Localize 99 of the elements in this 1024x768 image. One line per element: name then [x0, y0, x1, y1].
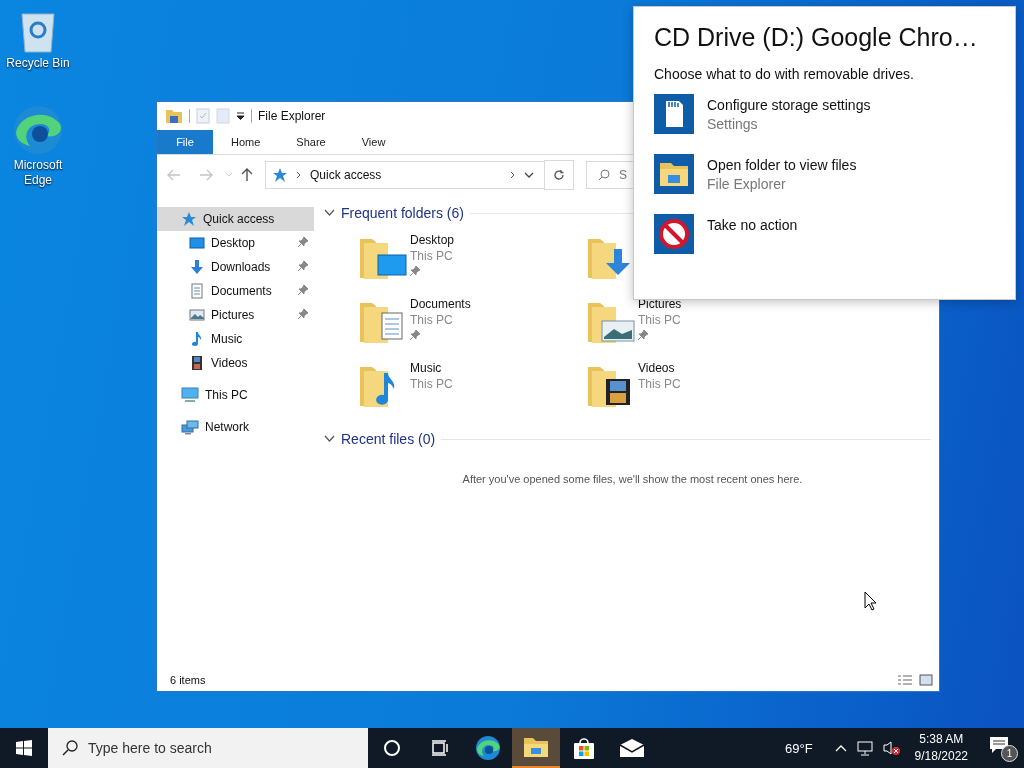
empty-message: After you've opened some files, we'll show the most recent ones here.: [461, 473, 804, 485]
window-title: File Explorer: [258, 109, 326, 123]
nav-item[interactable]: Network: [157, 415, 314, 439]
refresh-icon[interactable]: [553, 169, 565, 181]
folder-name[interactable]: Documents: [410, 297, 471, 311]
edge-icon[interactable]: [475, 735, 501, 761]
taskbar-search-field[interactable]: Type here to search: [48, 728, 368, 768]
pin-icon: [410, 266, 420, 276]
up-arrow-icon[interactable]: [241, 168, 253, 182]
section-heading: Frequent folders (6): [341, 205, 464, 221]
edge-icon[interactable]: [12, 104, 64, 156]
folder-name[interactable]: Music: [410, 361, 453, 375]
computer-icon: [181, 387, 199, 403]
document-icon: [189, 283, 205, 299]
folder-icon[interactable]: [165, 108, 183, 124]
option-label[interactable]: Configure storage settings: [707, 97, 871, 113]
ribbon-tab[interactable]: File: [157, 130, 213, 154]
ribbon-tab[interactable]: Home: [213, 130, 279, 154]
network-icon: [181, 419, 199, 435]
folder-location: This PC: [410, 313, 454, 327]
nav-label: Pictures: [211, 308, 256, 322]
folder-icon[interactable]: [523, 736, 549, 758]
nav-label: This PC: [205, 388, 249, 402]
task-view-icon[interactable]: [431, 739, 449, 757]
muted-speaker-icon[interactable]: [882, 740, 901, 756]
star-icon: [272, 167, 288, 183]
folder-icon: [654, 154, 694, 194]
folder-location: This PC: [410, 377, 453, 391]
folder-location: This PC: [410, 249, 454, 263]
notification-prompt: Choose what to do with removable drives.: [654, 66, 915, 82]
nav-label: Music: [211, 332, 244, 346]
picture-icon: [189, 307, 205, 323]
desktop-icon-label: Recycle Bin: [5, 56, 71, 71]
pin-icon: [298, 309, 308, 319]
option-label[interactable]: Open folder to view files: [707, 157, 857, 173]
chevron-up-icon[interactable]: [834, 744, 847, 752]
clock-date[interactable]: 9/18/2022: [914, 748, 968, 765]
taskbar-app-button[interactable]: [512, 728, 560, 768]
nav-item[interactable]: Pictures: [157, 303, 314, 327]
folder-name[interactable]: Videos: [638, 361, 681, 375]
folder-location: This PC: [638, 377, 681, 391]
nav-label: Network: [205, 420, 250, 434]
chevron-icon: [510, 171, 516, 179]
down-arrow-icon: [189, 259, 205, 275]
nav-label: Quick access: [203, 212, 276, 226]
nav-item[interactable]: Quick access: [157, 207, 314, 231]
address-bar[interactable]: Quick access: [265, 161, 545, 189]
folder-name[interactable]: Desktop: [410, 233, 455, 247]
ribbon-tab[interactable]: Share: [278, 130, 344, 154]
option-app: Settings: [707, 116, 759, 132]
nav-item[interactable]: Music: [157, 327, 314, 351]
nav-label: Desktop: [211, 236, 257, 250]
film-icon: [189, 355, 205, 371]
pin-icon: [298, 285, 308, 295]
nav-item[interactable]: Downloads: [157, 255, 314, 279]
notification-title: CD Drive (D:) Google Chro…: [654, 23, 979, 52]
item-count: 6 items: [170, 674, 207, 686]
nav-item[interactable]: This PC: [157, 383, 314, 407]
chevron-icon[interactable]: [324, 209, 335, 217]
notification-count: 1: [1001, 745, 1018, 762]
nav-item[interactable]: Desktop: [157, 231, 314, 255]
ribbon-tab[interactable]: View: [343, 130, 404, 154]
sd-card-icon: [654, 94, 694, 134]
nav-label: Documents: [211, 284, 273, 298]
chevron-icon: [296, 171, 302, 179]
nav-item[interactable]: Documents: [157, 279, 314, 303]
dropdown-icon[interactable]: [236, 112, 245, 120]
address-text: Quick access: [310, 168, 383, 182]
clock-time[interactable]: 5:38 AM: [919, 731, 964, 748]
option-label[interactable]: Take no action: [707, 217, 798, 233]
windows-logo-icon[interactable]: [16, 740, 32, 756]
chevron-icon[interactable]: [324, 435, 335, 443]
shopping-bag-icon[interactable]: [572, 736, 596, 760]
section-heading: Recent files (0): [341, 431, 436, 447]
checkmark-icon[interactable]: [196, 108, 210, 124]
search-icon: [598, 169, 610, 181]
pin-icon: [410, 330, 420, 340]
prohibited-icon: [654, 214, 694, 254]
weather-temperature[interactable]: 69°F: [785, 740, 813, 756]
envelope-icon[interactable]: [619, 738, 645, 758]
pin-icon: [298, 237, 308, 247]
search-icon: [62, 740, 78, 756]
refresh-button[interactable]: [544, 160, 574, 190]
network-icon[interactable]: [856, 740, 873, 756]
nav-item[interactable]: Videos: [157, 351, 314, 375]
mouse-cursor-icon: [864, 591, 877, 611]
desktop-icon: [189, 235, 205, 251]
large-icons-view-icon[interactable]: [919, 674, 933, 686]
nav-label: Downloads: [211, 260, 272, 274]
dropdown-icon[interactable]: [524, 171, 534, 179]
circle-icon[interactable]: [383, 739, 401, 757]
pin-icon: [638, 330, 648, 340]
star-icon: [181, 211, 197, 227]
option-app: File Explorer: [707, 176, 787, 192]
folder-location: This PC: [638, 313, 682, 327]
pin-icon: [298, 261, 308, 271]
desktop-icon-label: Microsoft Edge: [12, 158, 64, 188]
notification-center-button[interactable]: 1: [988, 734, 1016, 762]
nav-label: Videos: [211, 356, 249, 370]
